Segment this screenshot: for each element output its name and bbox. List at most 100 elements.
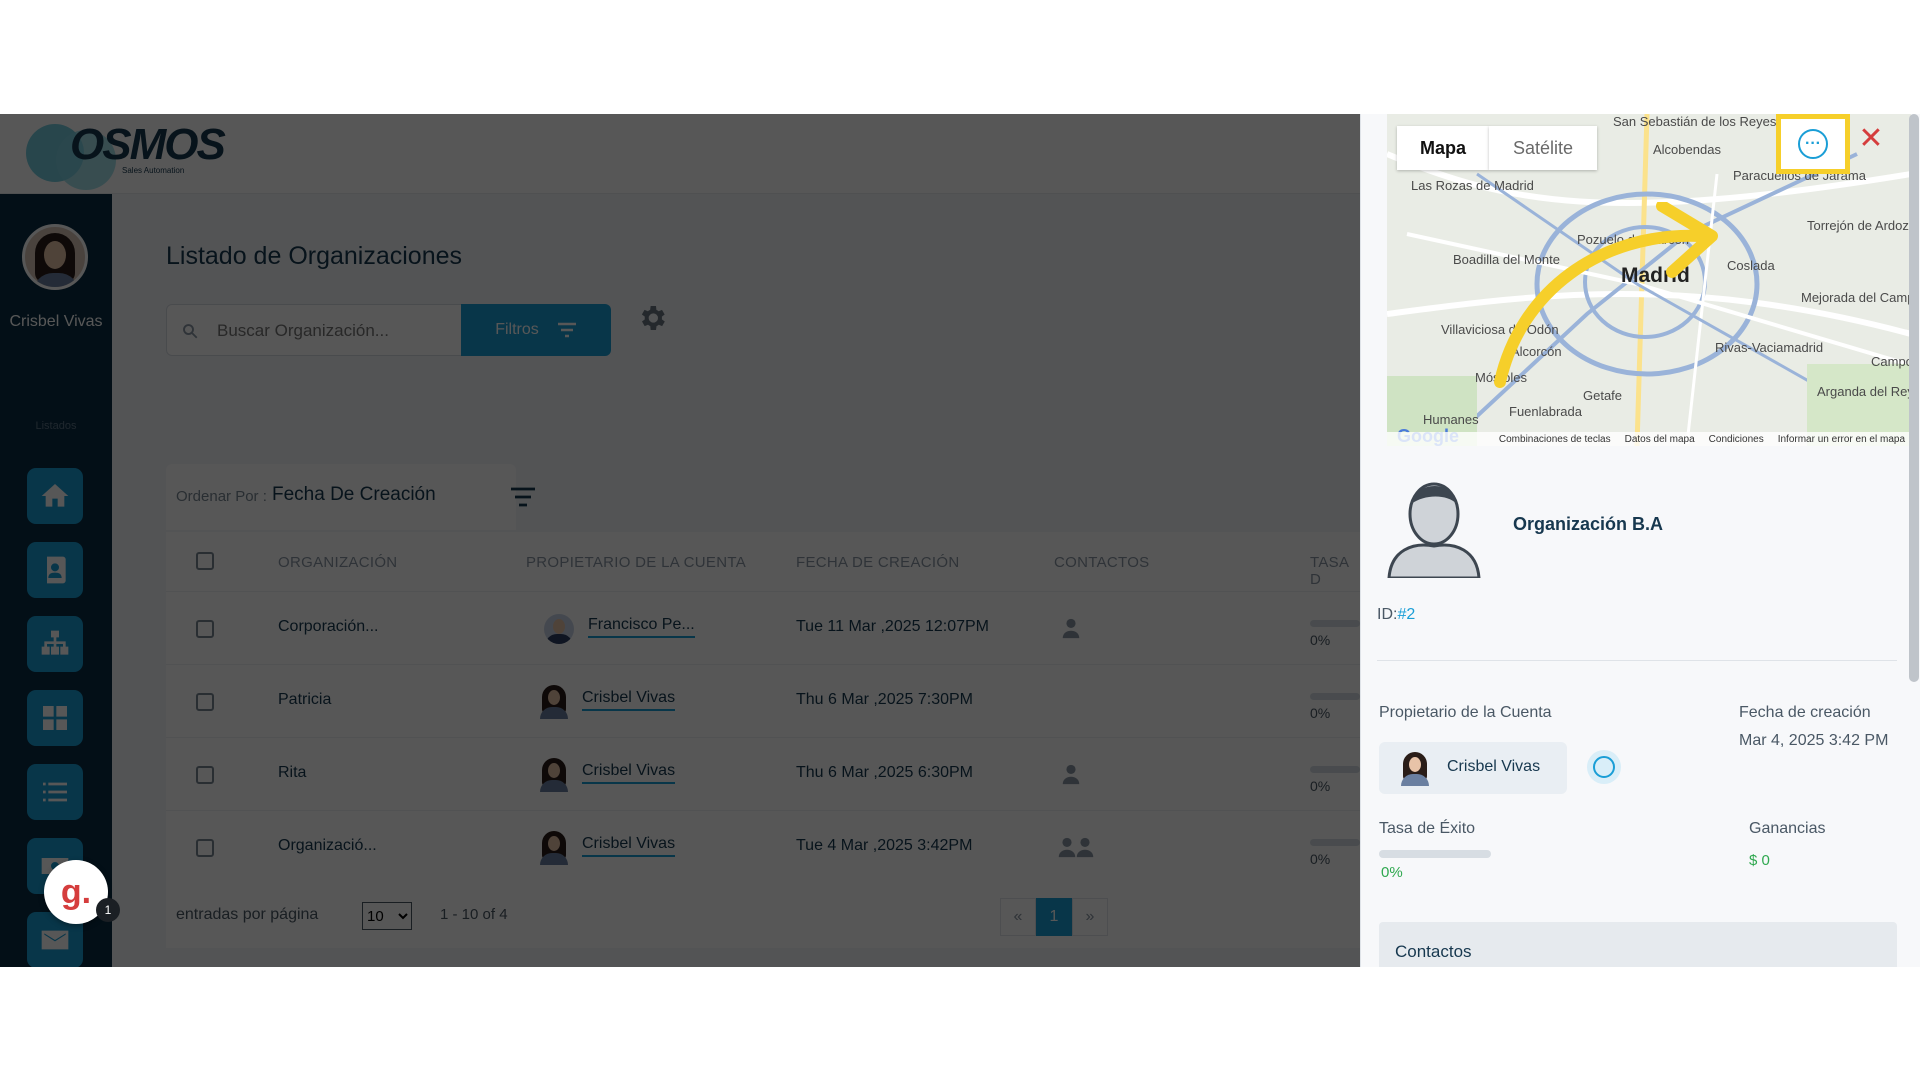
success-rate: 0% [1310, 851, 1331, 867]
pagination-bar: entradas por página 10 1 - 10 of 4 « 1 » [166, 882, 1360, 948]
contact-icon[interactable] [1060, 616, 1082, 640]
divider [1377, 660, 1897, 661]
organization-detail-panel: Mapa Satélite Las Rozas de Madrid Pozuel… [1360, 114, 1920, 967]
creation-date: Tue 11 Mar ,2025 12:07PM [796, 618, 989, 635]
contacts-section[interactable]: Contactos [1379, 922, 1897, 967]
owner-link[interactable]: Francisco Pe... [588, 616, 695, 638]
logo-tagline: Sales Automation [122, 166, 185, 175]
success-rate: 0% [1310, 632, 1331, 648]
map-label: Rivas-Vaciamadrid [1715, 340, 1824, 355]
id-label: ID: [1377, 606, 1398, 623]
avatar-body [545, 634, 573, 644]
contact-icon[interactable] [1060, 762, 1082, 786]
prev-page-button[interactable]: « [1000, 898, 1036, 936]
dashboard-icon [43, 706, 67, 730]
avatar-face [548, 836, 560, 851]
row-checkbox[interactable] [196, 839, 214, 857]
filters-button[interactable]: Filtros [461, 304, 611, 356]
user-name: Crisbel Vivas [9, 313, 103, 330]
page-title: Listado de Organizaciones [166, 242, 463, 270]
owner-avatar [1399, 752, 1431, 786]
contacts-title: Contactos [1395, 942, 1472, 961]
list-icon [43, 782, 67, 802]
contact-icon[interactable] [1074, 835, 1096, 859]
notification-count: 1 [96, 898, 120, 922]
org-name[interactable]: Organizació... [278, 837, 377, 855]
filters-label: Filtros [495, 321, 539, 338]
panel-scrollbar[interactable] [1909, 114, 1919, 682]
table-header: ORGANIZACIÓN PROPIETARIO DE LA CUENTA FE… [166, 532, 1360, 592]
table-row[interactable]: Organizació... Crisbel Vivas Tue 4 Mar ,… [166, 811, 1360, 884]
sidebar-item-dashboard[interactable] [27, 690, 83, 746]
sort-value: Fecha De Creación [272, 484, 436, 505]
per-page-label: entradas por página [176, 906, 319, 923]
map-label: Pozuelo de Alarcón [1577, 232, 1690, 247]
map-label: Alcorcón [1511, 344, 1562, 359]
owner-chip[interactable]: Crisbel Vivas [1379, 742, 1567, 794]
column-header[interactable]: PROPIETARIO DE LA CUENTA [526, 554, 746, 571]
created-label: Fecha de creación [1739, 704, 1871, 721]
per-page-select[interactable]: 10 [362, 902, 412, 930]
sort-icon [511, 487, 535, 507]
column-header[interactable]: CONTACTOS [1054, 554, 1149, 571]
sort-selector[interactable]: Ordenar Por : Fecha De Creación [166, 464, 535, 530]
organizations-table: ORGANIZACIÓN PROPIETARIO DE LA CUENTA FE… [166, 532, 1360, 884]
id-value[interactable]: #2 [1397, 606, 1415, 623]
success-rate-bar [1310, 839, 1360, 846]
sidebar-item-organizations[interactable] [27, 616, 83, 672]
sidebar-section-label: Listados [35, 420, 77, 432]
row-checkbox[interactable] [196, 693, 214, 711]
organization-id: ID:#2 [1377, 606, 1415, 624]
map-footer-link[interactable]: Datos del mapa [1625, 434, 1695, 445]
map-label: Humanes [1423, 412, 1479, 427]
next-page-button[interactable]: » [1072, 898, 1108, 936]
row-checkbox[interactable] [196, 766, 214, 784]
search-input[interactable] [217, 317, 447, 345]
search-icon [183, 324, 198, 339]
avatar-face [548, 690, 560, 705]
close-icon[interactable]: ✕ [1856, 124, 1886, 154]
org-name[interactable]: Patricia [278, 691, 331, 709]
osmos-logo[interactable]: OSMOS Sales Automation [26, 120, 226, 190]
map-label: Coslada [1727, 258, 1775, 273]
map-label: San Sebastián de los Reyes [1613, 114, 1777, 129]
map-footer-link[interactable]: Informar un error en el mapa [1778, 434, 1905, 445]
select-all-checkbox[interactable] [196, 552, 214, 570]
map-label: Las Rozas de Madrid [1411, 178, 1534, 193]
more-options-button[interactable]: ··· [1776, 114, 1850, 174]
map-footer-link[interactable]: Condiciones [1709, 434, 1764, 445]
transfer-owner-button[interactable] [1587, 750, 1621, 784]
org-name[interactable]: Corporación... [278, 618, 379, 636]
owner-avatar [538, 831, 570, 865]
tab-satellite[interactable]: Satélite [1489, 126, 1597, 170]
owner-link[interactable]: Crisbel Vivas [582, 835, 676, 857]
table-row[interactable]: Corporación... Francisco Pe... Tue 11 Ma… [166, 592, 1360, 665]
organization-name: Organización B.A [1513, 514, 1664, 534]
success-rate-bar [1310, 693, 1360, 700]
table-row[interactable]: Patricia Crisbel Vivas Thu 6 Mar ,2025 7… [166, 665, 1360, 738]
sort-label: Ordenar Por : [176, 488, 267, 505]
owner-link[interactable]: Crisbel Vivas [582, 689, 676, 711]
owner-label: Propietario de la Cuenta [1379, 704, 1552, 721]
page-button[interactable]: 1 [1036, 898, 1072, 936]
avatar-face [548, 763, 560, 778]
map-footer-link[interactable]: Combinaciones de teclas [1499, 434, 1611, 445]
owner-link[interactable]: Crisbel Vivas [582, 762, 676, 784]
sidebar-item-contacts[interactable] [27, 542, 83, 598]
row-checkbox[interactable] [196, 620, 214, 638]
sidebar-item-home[interactable] [27, 468, 83, 524]
success-rate-bar [1310, 766, 1360, 773]
column-header[interactable]: FECHA DE CREACIÓN [796, 554, 959, 571]
search-box[interactable] [166, 304, 462, 356]
success-rate-bar [1379, 850, 1491, 858]
column-header[interactable]: ORGANIZACIÓN [278, 554, 397, 571]
sidebar-item-list[interactable] [27, 764, 83, 820]
table-row[interactable]: Rita Crisbel Vivas Thu 6 Mar ,2025 6:30P… [166, 738, 1360, 811]
map-label: Móstoles [1475, 370, 1528, 385]
org-name[interactable]: Rita [278, 764, 306, 782]
gear-icon[interactable] [636, 302, 668, 334]
more-options-icon: ··· [1798, 129, 1828, 159]
user-avatar[interactable] [22, 224, 88, 290]
tab-map[interactable]: Mapa [1397, 126, 1489, 170]
column-header[interactable]: TASA D [1310, 554, 1360, 588]
